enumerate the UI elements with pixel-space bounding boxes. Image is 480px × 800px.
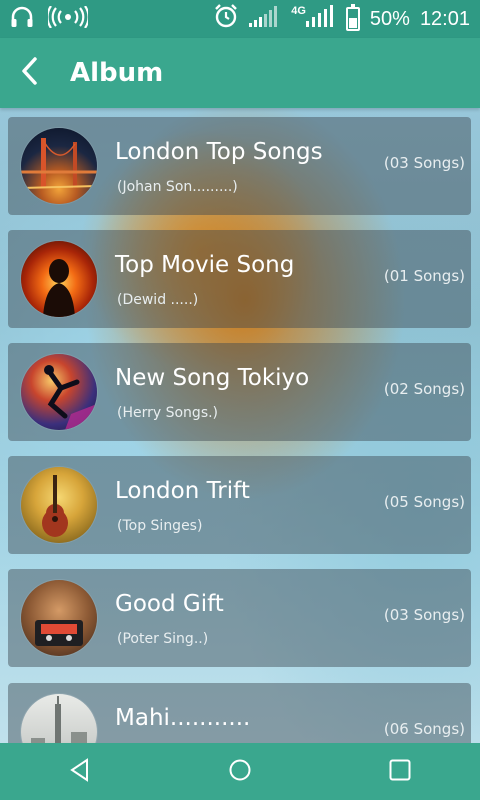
page-title: Album (70, 58, 164, 88)
song-count: (02 Songs) (383, 380, 465, 398)
signal-icon (249, 5, 281, 33)
song-count: (01 Songs) (383, 267, 465, 285)
album-art-guitar (21, 467, 97, 543)
album-art-fire (21, 241, 97, 317)
album-title: New Song Tokiyo (115, 365, 310, 391)
system-nav-bar (0, 743, 480, 800)
back-button[interactable] (0, 38, 60, 108)
album-item[interactable]: New Song Tokiyo (Herry Songs.) (02 Songs… (8, 343, 471, 441)
album-item[interactable]: Mahi........... (06 Songs) (8, 683, 471, 743)
album-list[interactable]: London Top Songs (Johan Son.........) (0… (8, 117, 471, 743)
alarm-icon (213, 3, 239, 35)
album-title: London Trift (115, 478, 250, 504)
nav-home-button[interactable] (210, 743, 270, 800)
album-artist: (Herry Songs.) (117, 405, 219, 421)
battery-percent: 50% (369, 7, 410, 30)
wifi-hotspot-icon (46, 4, 90, 33)
signal-4g-icon (305, 5, 336, 33)
album-artist: (Dewid .....) (117, 292, 199, 308)
album-art-bridge (21, 128, 97, 204)
album-art-skyline (21, 694, 97, 743)
album-title: Good Gift (115, 591, 224, 617)
status-bar: 4G 50% 12:01 (0, 0, 480, 38)
song-count: (03 Songs) (383, 606, 465, 624)
app-bar: Album (0, 38, 480, 108)
album-item[interactable]: London Trift (Top Singes) (05 Songs) (8, 456, 471, 554)
album-artist: (Johan Son.........) (117, 179, 238, 195)
album-item[interactable]: Good Gift (Poter Sing..) (03 Songs) (8, 569, 471, 667)
album-title: Mahi........... (115, 705, 251, 731)
network-type-label: 4G (291, 5, 306, 17)
album-item[interactable]: Top Movie Song (Dewid .....) (01 Songs) (8, 230, 471, 328)
nav-recents-button[interactable] (370, 743, 430, 800)
recents-square-icon (388, 758, 412, 786)
album-title: Top Movie Song (115, 252, 295, 278)
song-count: (03 Songs) (383, 154, 465, 172)
chevron-left-icon (20, 56, 40, 90)
album-artist: (Poter Sing..) (117, 631, 209, 647)
song-count: (06 Songs) (383, 720, 465, 738)
album-item[interactable]: London Top Songs (Johan Son.........) (0… (8, 117, 471, 215)
song-count: (05 Songs) (383, 493, 465, 511)
clock: 12:01 (419, 7, 470, 30)
headphones-icon (10, 6, 34, 33)
battery-icon (345, 4, 360, 31)
album-title: London Top Songs (115, 139, 323, 165)
back-triangle-icon (69, 757, 91, 786)
album-art-cassette (21, 580, 97, 656)
home-circle-icon (228, 758, 252, 786)
nav-back-button[interactable] (50, 743, 110, 800)
album-artist: (Top Singes) (117, 518, 203, 534)
album-art-dancer (21, 354, 97, 430)
